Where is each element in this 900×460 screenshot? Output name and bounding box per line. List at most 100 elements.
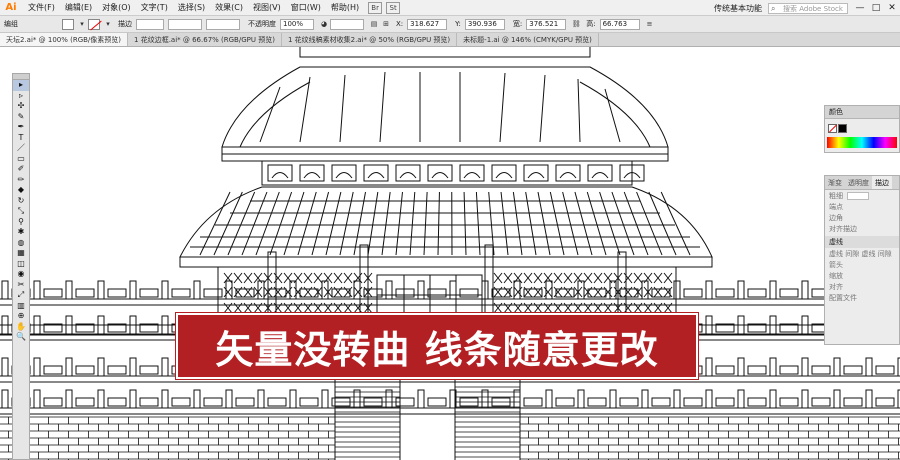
bridge-icon[interactable]: Br (368, 1, 383, 14)
stroke-cap-row: 端点 (829, 202, 843, 211)
align-icon[interactable]: ▤ (368, 20, 380, 28)
arrow-scale-row: 缩放 (829, 271, 843, 280)
tab-gradient[interactable]: 渐变 (825, 176, 845, 189)
promo-banner: 矢量没转曲 线条随意更改 (175, 312, 699, 380)
tool-20-icon[interactable]: ⤢ (13, 290, 29, 301)
stock-icon[interactable]: St (386, 1, 401, 14)
chevron-down-icon[interactable]: ▾ (76, 20, 88, 28)
maximize-button[interactable]: □ (868, 3, 884, 13)
width-field[interactable]: 376.521 (526, 18, 567, 30)
variable-width-profile[interactable] (168, 18, 202, 30)
height-field[interactable]: 66.763 (599, 18, 640, 30)
stroke-black-swatch[interactable] (838, 123, 847, 133)
menu-effect[interactable]: 效果(C) (210, 0, 248, 16)
color-panel: 颜色 (824, 105, 900, 153)
x-field[interactable]: 318.627 (407, 18, 448, 30)
banner-text: 矢量没转曲 线条随意更改 (215, 327, 659, 372)
tool-18-icon[interactable]: ◉ (13, 269, 29, 280)
tool-17-icon[interactable]: ◫ (13, 259, 29, 270)
tab-document-3[interactable]: 1 花纹线稿素材收集2.ai* @ 50% (RGB/GPU 预览) (282, 33, 458, 46)
tool-1-icon[interactable]: ▹ (13, 91, 29, 102)
menu-file[interactable]: 文件(F) (23, 0, 60, 16)
selection-type-label: 编组 (4, 20, 18, 28)
app-logo: Ai (5, 1, 17, 13)
tool-4-icon[interactable]: ✒ (13, 122, 29, 133)
control-bar: 编组 ▾ ▾ 描边 不透明度 100% ◕ ▤ ⊞ X: 318.627 Y: … (0, 16, 900, 33)
tool-6-icon[interactable]: ／ (13, 143, 29, 154)
menu-select[interactable]: 选择(S) (173, 0, 210, 16)
profile-row: 配置文件 (829, 293, 857, 302)
tab-document-4[interactable]: 未标题-1.ai @ 146% (CMYK/GPU 预览) (457, 33, 599, 46)
tool-24-icon[interactable]: 🔍 (13, 332, 29, 343)
height-label: 高: (586, 20, 596, 28)
tool-5-icon[interactable]: T (13, 133, 29, 144)
tools-panel: ▸ ▹ ✣ ✎ ✒ T ／ ▭ ✐ ✏ ◆ ↻ ⤡ ⚲ ✱ ◍ ▦ ◫ ◉ ✂ ⤢ ▥ ⊕ ✋ 🔍 (12, 73, 30, 460)
workspace-switcher[interactable]: 传统基本功能 (708, 3, 768, 14)
fill-stroke-swatches (825, 119, 899, 137)
graphic-style-field[interactable] (330, 18, 364, 30)
style-icon[interactable]: ◕ (318, 20, 330, 28)
stock-search-input[interactable]: ⌕ 搜索 Adobe Stock (768, 2, 848, 14)
tool-16-icon[interactable]: ▦ (13, 248, 29, 259)
tool-22-icon[interactable]: ⊕ (13, 311, 29, 322)
stroke-weight-row: 粗细 (825, 190, 899, 201)
stroke-label[interactable]: 描边 (114, 19, 136, 29)
tool-9-icon[interactable]: ✏ (13, 175, 29, 186)
chevron-down-icon[interactable]: ▾ (102, 20, 114, 28)
width-label: 宽: (512, 20, 523, 28)
opacity-field[interactable]: 100% (280, 18, 314, 30)
tool-21-icon[interactable]: ▥ (13, 301, 29, 312)
tool-2-icon[interactable]: ✣ (13, 101, 29, 112)
stroke-align-row: 对齐描边 (829, 224, 857, 233)
tool-13-icon[interactable]: ⚲ (13, 217, 29, 228)
link-icon[interactable]: ⛓ (570, 20, 582, 28)
stroke-weight-input[interactable] (847, 191, 869, 200)
y-label: Y: (455, 20, 461, 28)
panel-menu-icon[interactable]: ≡ (644, 20, 656, 28)
menu-bar: Ai 文件(F) 编辑(E) 对象(O) 文字(T) 选择(S) 效果(C) 视… (0, 0, 900, 16)
tool-8-icon[interactable]: ✐ (13, 164, 29, 175)
tool-3-icon[interactable]: ✎ (13, 112, 29, 123)
stroke-weight-field[interactable] (136, 18, 164, 30)
menu-help[interactable]: 帮助(H) (326, 0, 364, 16)
minimize-button[interactable]: — (852, 3, 868, 13)
y-field[interactable]: 390.936 (464, 18, 505, 30)
fill-none-swatch[interactable] (828, 123, 837, 133)
tab-transparency[interactable]: 透明度 (845, 176, 872, 189)
tool-14-icon[interactable]: ✱ (13, 227, 29, 238)
tab-stroke[interactable]: 描边 (872, 176, 892, 189)
tool-11-icon[interactable]: ↻ (13, 196, 29, 207)
temple-of-heaven-line-art (0, 47, 900, 460)
fill-swatch[interactable] (62, 18, 74, 30)
transform-icon[interactable]: ⊞ (380, 20, 392, 28)
tool-15-icon[interactable]: ◍ (13, 238, 29, 249)
close-button[interactable]: ✕ (884, 3, 900, 13)
stroke-panel-tabs: 渐变 透明度 描边 (825, 176, 899, 190)
x-label: X: (396, 20, 404, 28)
tool-12-icon[interactable]: ⤡ (13, 206, 29, 217)
document-tabs: 天坛2.ai* @ 100% (RGB/像素预览) 1 花纹边框.ai* @ 6… (0, 33, 900, 47)
color-spectrum[interactable] (827, 137, 897, 148)
tool-23-icon[interactable]: ✋ (13, 322, 29, 333)
menu-object[interactable]: 对象(O) (97, 0, 136, 16)
search-icon: ⌕ (771, 3, 776, 13)
stroke-panel: 渐变 透明度 描边 粗细 端点 边角 对齐描边 虚线 虚线 间隙 虚线 间隙 箭… (824, 175, 900, 345)
menu-edit[interactable]: 编辑(E) (60, 0, 97, 16)
artboard-canvas[interactable]: 矢量没转曲 线条随意更改 (0, 47, 900, 460)
tool-10-icon[interactable]: ◆ (13, 185, 29, 196)
brush-definition[interactable] (206, 18, 240, 30)
stroke-swatch[interactable] (88, 18, 100, 30)
color-panel-header[interactable]: 颜色 (825, 106, 899, 119)
menu-type[interactable]: 文字(T) (136, 0, 173, 16)
tool-0-icon[interactable]: ▸ (13, 80, 29, 91)
arrowheads-row: 箭头 (829, 260, 843, 269)
menu-window[interactable]: 窗口(W) (286, 0, 326, 16)
tool-7-icon[interactable]: ▭ (13, 154, 29, 165)
dashed-line-section[interactable]: 虚线 (825, 236, 899, 248)
opacity-label[interactable]: 不透明度 (244, 19, 280, 29)
tool-19-icon[interactable]: ✂ (13, 280, 29, 291)
menu-view[interactable]: 视图(V) (248, 0, 286, 16)
dash-gap-row: 虚线 间隙 虚线 间隙 (829, 249, 892, 258)
tab-document-1[interactable]: 天坛2.ai* @ 100% (RGB/像素预览) (0, 33, 129, 46)
tab-document-2[interactable]: 1 花纹边框.ai* @ 66.67% (RGB/GPU 预览) (128, 33, 282, 46)
